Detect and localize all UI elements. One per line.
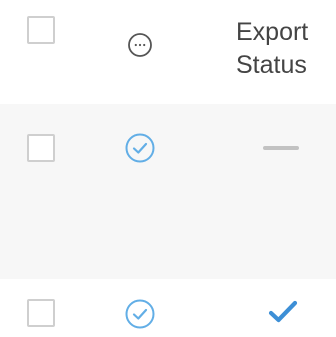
check-circle-icon	[125, 299, 155, 329]
check-circle-icon	[125, 133, 155, 163]
table-row	[0, 104, 336, 279]
select-all-checkbox[interactable]	[27, 16, 55, 44]
table-header-row: Export Status	[0, 0, 336, 104]
export-status-column-header[interactable]: Export Status	[236, 16, 336, 82]
row-checkbox[interactable]	[27, 134, 55, 162]
export-status-header-line2: Status	[236, 51, 307, 79]
export-status-header-line1: Export	[236, 18, 309, 46]
more-options-icon[interactable]	[127, 32, 153, 58]
exported-check-icon	[268, 300, 298, 323]
export-table: Export Status	[0, 0, 336, 337]
row-checkbox[interactable]	[27, 299, 55, 327]
table-row	[0, 279, 336, 337]
export-status-none-dash	[263, 146, 299, 150]
